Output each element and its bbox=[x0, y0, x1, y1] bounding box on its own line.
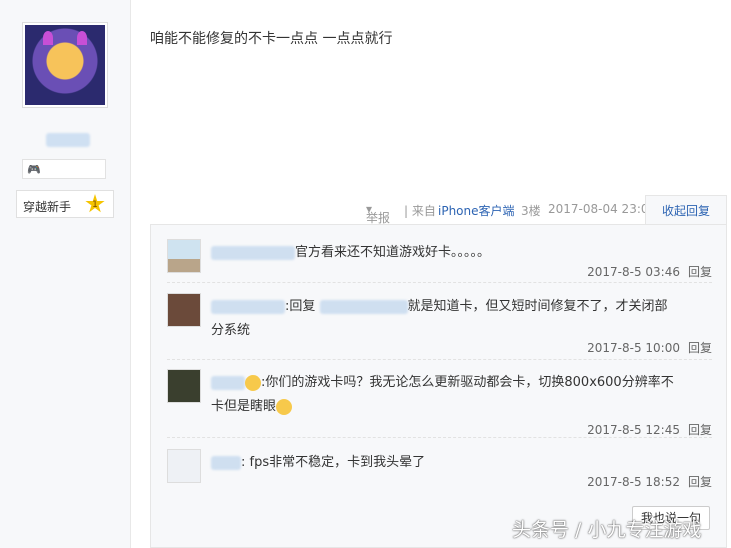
reply-body: :回复 就是知道卡，但又短时间修复不了，才关闭部 分系统 bbox=[211, 295, 711, 343]
reply-time: 2017-8-5 18:52 bbox=[587, 475, 680, 489]
star-level-icon: 1 bbox=[85, 194, 105, 213]
reply-button[interactable]: 回复 bbox=[688, 475, 712, 489]
reply-body: :你们的游戏卡吗？我无论怎么更新驱动都会卡，切换800x600分辨率不 卡但是瞎… bbox=[211, 371, 711, 419]
divider bbox=[167, 437, 712, 438]
watermark: 头条号 / 小九专注游戏 bbox=[512, 519, 702, 541]
reply-time: 2017-8-5 12:45 bbox=[587, 423, 680, 437]
author-badge[interactable]: 穿越新手 1 bbox=[16, 190, 114, 218]
source-link[interactable]: iPhone客户端 bbox=[438, 202, 515, 219]
reply-text-part1: :你们的游戏卡吗？我无论怎么更新驱动都会卡，切换800x600分辨率不 bbox=[261, 375, 674, 390]
reply-text: 官方看来还不知道游戏好卡。。。。。 bbox=[295, 245, 491, 260]
reply-time: 2017-8-5 10:00 bbox=[587, 341, 680, 355]
report-link[interactable]: 举报 ▾ bbox=[366, 202, 390, 225]
reply-avatar-default[interactable] bbox=[167, 449, 201, 483]
reply-text-part2: 卡但是瞎眼 bbox=[211, 399, 277, 414]
divider bbox=[167, 359, 712, 360]
smile-emoji-icon bbox=[245, 374, 261, 391]
reply-text-part2: 就是知道卡，但又短时间修复不了，才关闭部 bbox=[407, 299, 668, 314]
author-level-box: 🎮 bbox=[22, 159, 106, 179]
author-avatar[interactable] bbox=[22, 22, 108, 108]
reply-text-part3: 分系统 bbox=[211, 323, 251, 338]
reply-avatar[interactable] bbox=[167, 239, 201, 273]
reply-button[interactable]: 回复 bbox=[688, 341, 712, 355]
dizzy-emoji-icon bbox=[276, 398, 293, 415]
reply-button[interactable]: 回复 bbox=[688, 265, 712, 279]
reply-meta: 2017-8-5 12:45 回复 bbox=[587, 421, 712, 438]
collapse-replies-button[interactable]: 收起回复 bbox=[645, 195, 727, 225]
reply-username-blurred[interactable] bbox=[211, 299, 285, 314]
badge-title: 穿越新手 bbox=[23, 200, 72, 214]
post-time: 2017-08-04 23:04 bbox=[548, 202, 657, 216]
reply-username-blurred[interactable] bbox=[211, 455, 241, 470]
reply-username-blurred[interactable] bbox=[211, 375, 245, 390]
reply-time: 2017-8-5 03:46 bbox=[587, 265, 680, 279]
divider bbox=[167, 282, 712, 283]
author-name-blurred[interactable] bbox=[46, 133, 90, 147]
horn-left bbox=[43, 31, 53, 45]
source-prefix: | 来自 bbox=[404, 204, 436, 218]
avatar-image bbox=[25, 25, 105, 105]
horn-right bbox=[77, 31, 87, 45]
reply-meta: 2017-8-5 03:46 回复 bbox=[587, 263, 712, 280]
reply-text-part1: :回复 bbox=[285, 299, 316, 314]
reply-body: : fps非常不稳定，卡到我头晕了 bbox=[211, 451, 711, 475]
gamepad-icon: 🎮 bbox=[27, 163, 41, 176]
floor-number: 3楼 bbox=[521, 204, 541, 218]
reply-target-blurred[interactable] bbox=[319, 299, 408, 314]
reply-username-blurred[interactable] bbox=[211, 245, 295, 260]
reply-meta: 2017-8-5 10:00 回复 bbox=[587, 339, 712, 356]
reply-meta: 2017-8-5 18:52 回复 bbox=[587, 473, 712, 490]
reply-body: 官方看来还不知道游戏好卡。。。。。 bbox=[211, 241, 711, 265]
reply-button[interactable]: 回复 bbox=[688, 423, 712, 437]
reply-list: 官方看来还不知道游戏好卡。。。。。 2017-8-5 03:46 回复 :回复 就… bbox=[150, 224, 727, 548]
post-content: 咱能不能修复的不卡一点点 一点点就行 bbox=[150, 31, 393, 47]
reply-text: : fps非常不稳定，卡到我头晕了 bbox=[241, 455, 426, 470]
author-panel: 🎮 穿越新手 1 bbox=[0, 0, 131, 548]
post-tail: 举报 ▾ | 来自 iPhone客户端 3楼 2017-08-04 23:04 bbox=[256, 195, 656, 225]
reply-avatar[interactable] bbox=[167, 293, 201, 327]
reply-avatar[interactable] bbox=[167, 369, 201, 403]
